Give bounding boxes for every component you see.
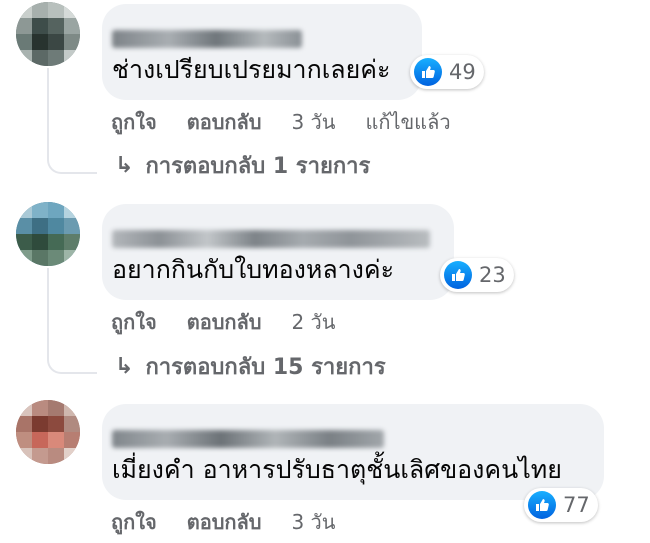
like-button[interactable]: ถูกใจ <box>111 106 157 138</box>
reply-arrow-icon: ↳ <box>115 353 134 379</box>
reply-connector <box>47 352 97 374</box>
view-replies-link[interactable]: ↳ การตอบกลับ 15 รายการ <box>115 350 386 382</box>
reaction-count: 23 <box>479 263 506 287</box>
like-button[interactable]: ถูกใจ <box>111 506 157 538</box>
replies-count-label: การตอบกลับ 1 รายการ <box>145 153 371 179</box>
comment-bubble: อยากกินกับใบทองหลางค่ะ <box>102 204 454 300</box>
avatar[interactable] <box>16 202 80 266</box>
comment-text: ช่างเปรียบเปรยมากเลยค่ะ <box>112 55 391 84</box>
avatar[interactable] <box>16 2 80 66</box>
timestamp[interactable]: 3 วัน <box>291 106 335 138</box>
author-name-blurred[interactable] <box>112 30 302 48</box>
reaction-summary[interactable]: 49 <box>410 55 484 89</box>
view-replies-link[interactable]: ↳ การตอบกลับ 1 รายการ <box>115 149 370 181</box>
reply-button[interactable]: ตอบกลับ <box>187 506 262 538</box>
comment-bubble: ช่างเปรียบเปรยมากเลยค่ะ <box>102 4 422 100</box>
comment-actions: ถูกใจ ตอบกลับ 3 วัน <box>111 508 365 536</box>
like-icon <box>414 58 442 86</box>
like-icon <box>444 261 472 289</box>
comment-text: เมี่ยงคำ อาหารปรับธาตุชั้นเลิศของคนไทย <box>112 455 562 484</box>
replies-count-label: การตอบกลับ 15 รายการ <box>145 354 386 380</box>
avatar[interactable] <box>16 400 80 464</box>
like-icon <box>528 491 556 519</box>
comment-bubble: เมี่ยงคำ อาหารปรับธาตุชั้นเลิศของคนไทย <box>102 404 604 500</box>
reaction-summary[interactable]: 77 <box>524 488 598 522</box>
author-name-blurred[interactable] <box>112 230 430 248</box>
reaction-summary[interactable]: 23 <box>440 258 514 292</box>
edited-label[interactable]: แก้ไขแล้ว <box>365 106 450 138</box>
thread-line <box>47 68 49 154</box>
reply-connector <box>47 152 97 174</box>
reaction-count: 77 <box>563 493 590 517</box>
comment-actions: ถูกใจ ตอบกลับ 2 วัน <box>111 308 365 336</box>
comment-text: อยากกินกับใบทองหลางค่ะ <box>112 255 395 284</box>
thread-line <box>47 268 49 354</box>
author-name-blurred[interactable] <box>112 430 384 448</box>
timestamp[interactable]: 3 วัน <box>291 506 335 538</box>
reaction-count: 49 <box>449 60 476 84</box>
comment-actions: ถูกใจ ตอบกลับ 3 วัน แก้ไขแล้ว <box>111 108 481 136</box>
timestamp[interactable]: 2 วัน <box>291 306 335 338</box>
reply-arrow-icon: ↳ <box>115 152 134 178</box>
like-button[interactable]: ถูกใจ <box>111 306 157 338</box>
reply-button[interactable]: ตอบกลับ <box>187 106 262 138</box>
reply-button[interactable]: ตอบกลับ <box>187 306 262 338</box>
